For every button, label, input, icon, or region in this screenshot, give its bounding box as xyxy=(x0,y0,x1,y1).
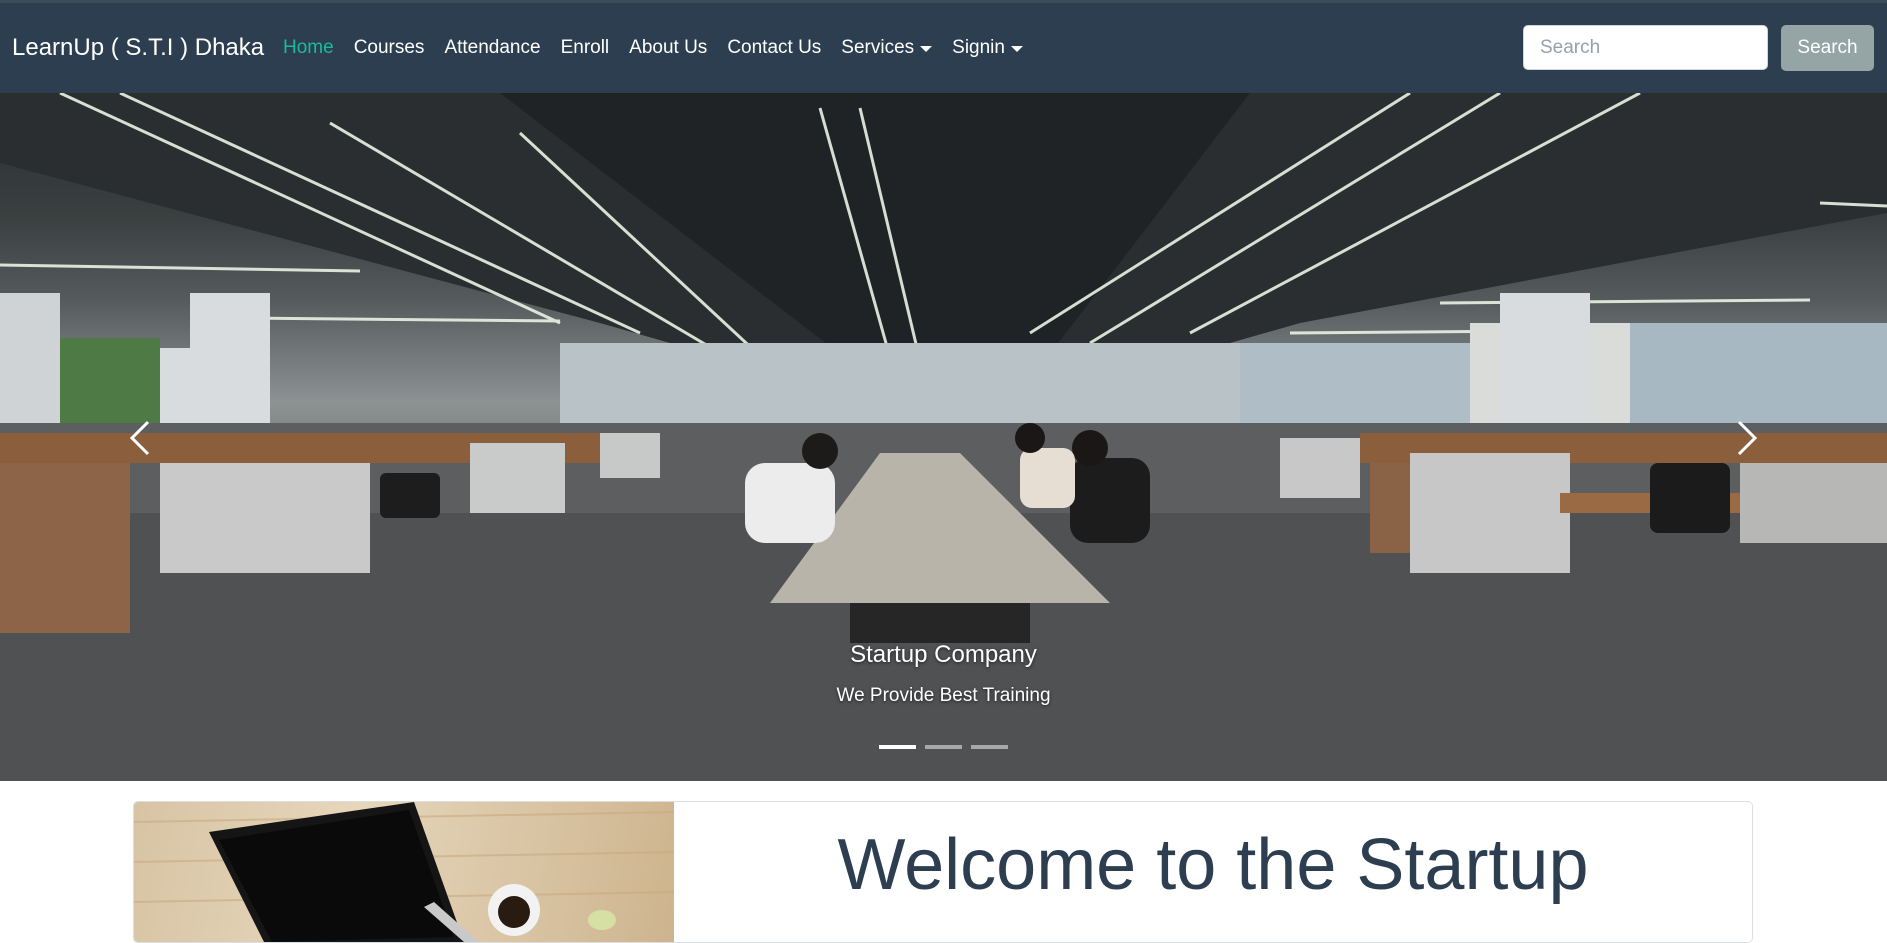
nav-link-label: Attendance xyxy=(444,37,541,58)
slide-caption-text: We Provide Best Training xyxy=(836,685,1051,706)
carousel-prev-button[interactable] xyxy=(115,413,165,463)
nav-link-enroll[interactable]: Enroll xyxy=(561,37,610,59)
brand-logo-text[interactable]: LearnUp ( S.T.I ) Dhaka xyxy=(12,34,264,62)
search-input[interactable] xyxy=(1523,25,1768,70)
welcome-heading: Welcome to the Startup xyxy=(837,825,1589,905)
laptop-photo xyxy=(134,802,674,942)
nav-link-about-us[interactable]: About Us xyxy=(629,37,707,59)
hero-carousel: Startup Company We Provide Best Training xyxy=(0,93,1887,781)
chevron-left-icon xyxy=(129,420,150,456)
nav-dropdown-signin[interactable]: Signin xyxy=(952,37,1023,59)
office-photo xyxy=(0,93,1887,781)
laptop-desk-image xyxy=(134,802,674,942)
carousel-indicator[interactable] xyxy=(879,745,916,749)
carousel-indicators xyxy=(879,745,1017,749)
nav-link-label: Home xyxy=(283,37,334,58)
nav-link-label: Enroll xyxy=(560,37,610,58)
nav-link-contact-us[interactable]: Contact Us xyxy=(727,37,821,59)
welcome-card: Welcome to the Startup xyxy=(133,801,1753,943)
caret-down-icon xyxy=(1010,46,1023,52)
nav-link-label: Contact Us xyxy=(727,37,822,58)
nav-link-label: Services xyxy=(841,37,915,58)
carousel-indicator[interactable] xyxy=(925,745,962,749)
nav-menu: Home Courses Attendance Enroll About Us … xyxy=(283,37,1043,59)
caret-down-icon xyxy=(920,46,933,52)
nav-link-courses[interactable]: Courses xyxy=(354,37,425,59)
slide-caption-title: Startup Company xyxy=(850,641,1037,668)
nav-link-label: Courses xyxy=(353,37,425,58)
top-navbar: LearnUp ( S.T.I ) Dhaka Home Courses Att… xyxy=(0,3,1887,93)
nav-link-attendance[interactable]: Attendance xyxy=(444,37,540,59)
carousel-indicator[interactable] xyxy=(971,745,1008,749)
chevron-right-icon xyxy=(1737,420,1758,456)
carousel-next-button[interactable] xyxy=(1722,413,1772,463)
search-button[interactable]: Search xyxy=(1781,25,1874,71)
nav-link-label: About Us xyxy=(629,37,708,58)
nav-link-home[interactable]: Home xyxy=(283,37,334,59)
nav-link-label: Signin xyxy=(952,37,1005,58)
nav-dropdown-services[interactable]: Services xyxy=(841,37,933,59)
